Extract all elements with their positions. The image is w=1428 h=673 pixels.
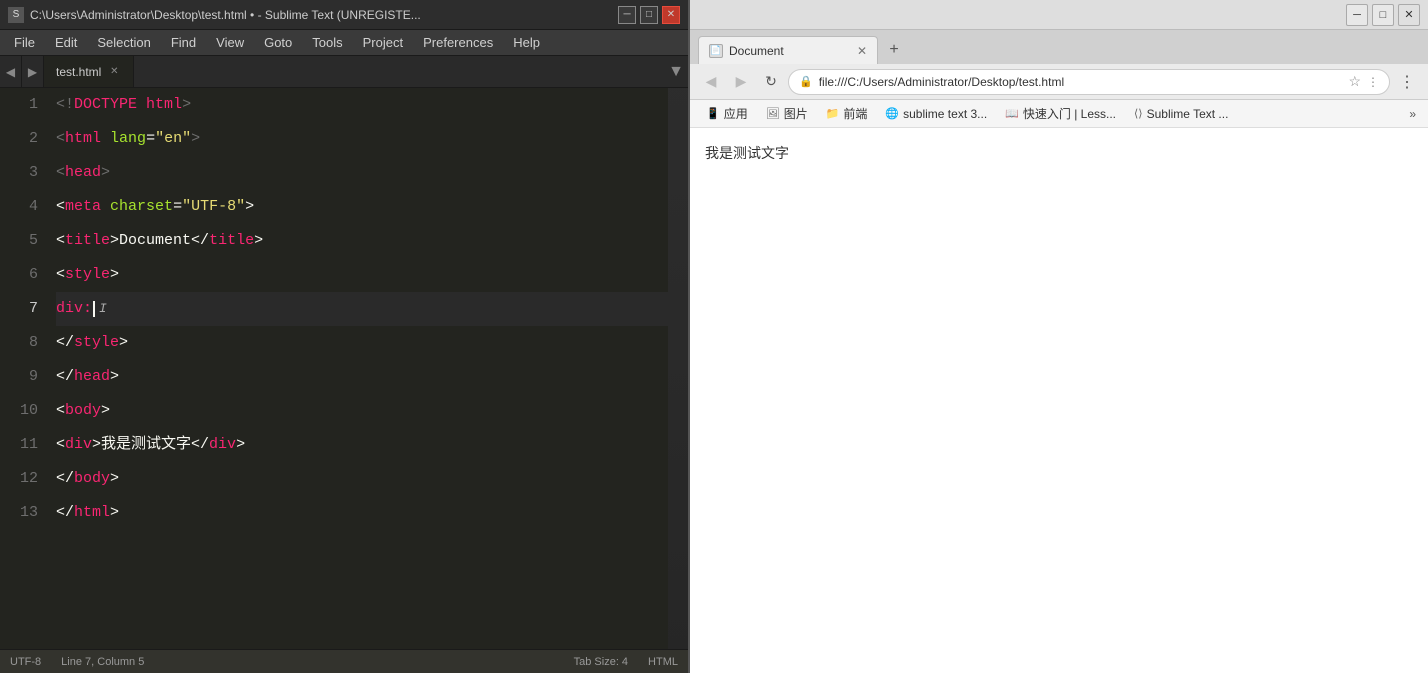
bookmark-star-icon[interactable]: ☆ bbox=[1348, 73, 1361, 90]
forward-button[interactable]: ▶ bbox=[728, 69, 754, 95]
status-tab-size: Tab Size: 4 bbox=[574, 656, 628, 668]
browser-tab-close-button[interactable]: ✕ bbox=[857, 44, 867, 58]
code-line-13: </html> bbox=[56, 496, 668, 530]
bookmark-sublime-label: sublime text 3... bbox=[903, 107, 987, 121]
url-action-icon[interactable]: ⋮ bbox=[1367, 75, 1379, 89]
browser-close-button[interactable]: ✕ bbox=[1398, 4, 1420, 26]
code-icon: ⟨⟩ bbox=[1134, 107, 1143, 120]
page-text: 我是测试文字 bbox=[705, 143, 1413, 163]
tab-test-html[interactable]: test.html ✕ bbox=[44, 56, 134, 87]
window-controls: ─ □ ✕ bbox=[618, 6, 680, 24]
browser-content: 我是测试文字 bbox=[690, 128, 1428, 673]
images-icon: 🖼 bbox=[766, 107, 780, 120]
status-syntax: HTML bbox=[648, 656, 678, 668]
menu-file[interactable]: File bbox=[6, 33, 43, 52]
tab-close-button[interactable]: ✕ bbox=[107, 65, 121, 79]
browser-title-bar: ─ □ ✕ bbox=[690, 0, 1428, 30]
bookmark-sublimetext-label: Sublime Text ... bbox=[1147, 107, 1229, 121]
menu-bar: File Edit Selection Find View Goto Tools… bbox=[0, 30, 688, 56]
bookmark-apps-label: 应用 bbox=[724, 105, 748, 122]
minimap[interactable] bbox=[668, 88, 688, 649]
status-position: Line 7, Column 5 bbox=[61, 656, 144, 668]
code-line-6: <style> bbox=[56, 258, 668, 292]
browser-new-tab-button[interactable]: + bbox=[880, 36, 908, 64]
refresh-button[interactable]: ↻ bbox=[758, 69, 784, 95]
bookmark-less-label: 快速入门 | Less... bbox=[1023, 105, 1116, 122]
bookmarks-more-button[interactable]: » bbox=[1405, 105, 1420, 123]
browser-tab-document[interactable]: 📄 Document ✕ bbox=[698, 36, 878, 64]
code-line-2: <html lang="en"> bbox=[56, 122, 668, 156]
bookmark-apps[interactable]: 📱 应用 bbox=[698, 103, 756, 124]
sublime-text-editor: S C:\Users\Administrator\Desktop\test.ht… bbox=[0, 0, 690, 673]
menu-find[interactable]: Find bbox=[163, 33, 204, 52]
url-bar[interactable]: 🔒 file:///C:/Users/Administrator/Desktop… bbox=[788, 69, 1390, 95]
apps-icon: 📱 bbox=[706, 107, 720, 120]
code-line-5: <title>Document</title> bbox=[56, 224, 668, 258]
tab-list-dropdown[interactable]: ▼ bbox=[664, 56, 688, 87]
bookmark-less[interactable]: 📖 快速入门 | Less... bbox=[997, 103, 1124, 124]
line-numbers: 1 2 3 4 5 6 7 8 9 10 11 12 13 bbox=[0, 88, 48, 649]
code-line-10: <body> bbox=[56, 394, 668, 428]
folder-icon: 📁 bbox=[826, 107, 840, 120]
bookmark-frontend[interactable]: 📁 前端 bbox=[818, 103, 876, 124]
url-text: file:///C:/Users/Administrator/Desktop/t… bbox=[819, 75, 1343, 89]
code-line-8: </style> bbox=[56, 326, 668, 360]
menu-project[interactable]: Project bbox=[355, 33, 411, 52]
bookmark-images-label: 图片 bbox=[784, 105, 808, 122]
status-bar: UTF-8 Line 7, Column 5 Tab Size: 4 HTML bbox=[0, 649, 688, 673]
tab-prev-button[interactable]: ◀ bbox=[0, 56, 22, 87]
minimize-button[interactable]: ─ bbox=[618, 6, 636, 24]
menu-selection[interactable]: Selection bbox=[89, 33, 158, 52]
menu-goto[interactable]: Goto bbox=[256, 33, 300, 52]
menu-view[interactable]: View bbox=[208, 33, 252, 52]
window-title: C:\Users\Administrator\Desktop\test.html… bbox=[30, 8, 421, 22]
code-line-11: <div>我是测试文字</div> bbox=[56, 428, 668, 462]
code-line-3: <head> bbox=[56, 156, 668, 190]
browser-tab-bar: 📄 Document ✕ + bbox=[690, 30, 1428, 64]
title-bar: S C:\Users\Administrator\Desktop\test.ht… bbox=[0, 0, 688, 30]
code-content[interactable]: <!DOCTYPE html> <html lang="en"> <head> … bbox=[48, 88, 668, 649]
code-line-12: </body> bbox=[56, 462, 668, 496]
app-icon: S bbox=[8, 7, 24, 23]
browser-tab-label: Document bbox=[729, 44, 784, 58]
code-line-4: <meta charset="UTF-8"> bbox=[56, 190, 668, 224]
code-editor-area[interactable]: 1 2 3 4 5 6 7 8 9 10 11 12 13 <!DOCTYPE … bbox=[0, 88, 688, 649]
maximize-button[interactable]: □ bbox=[640, 6, 658, 24]
status-encoding: UTF-8 bbox=[10, 656, 41, 668]
browser-panel: ─ □ ✕ 📄 Document ✕ + ◀ ▶ ↻ 🔒 file:///C:/… bbox=[690, 0, 1428, 673]
browser-tab-favicon: 📄 bbox=[709, 44, 723, 58]
tab-bar: ◀ ▶ test.html ✕ ▼ bbox=[0, 56, 688, 88]
bookmark-sublimetext[interactable]: ⟨⟩ Sublime Text ... bbox=[1126, 105, 1236, 123]
code-line-7: div:I bbox=[56, 292, 668, 326]
less-icon: 📖 bbox=[1005, 107, 1019, 120]
browser-minimize-button[interactable]: ─ bbox=[1346, 4, 1368, 26]
menu-tools[interactable]: Tools bbox=[304, 33, 350, 52]
bookmark-frontend-label: 前端 bbox=[843, 105, 867, 122]
sublime-favicon-icon: 🌐 bbox=[885, 107, 899, 120]
menu-preferences[interactable]: Preferences bbox=[415, 33, 501, 52]
browser-maximize-button[interactable]: □ bbox=[1372, 4, 1394, 26]
menu-help[interactable]: Help bbox=[505, 33, 548, 52]
browser-toolbar: ◀ ▶ ↻ 🔒 file:///C:/Users/Administrator/D… bbox=[690, 64, 1428, 100]
tab-label: test.html bbox=[56, 65, 101, 79]
browser-settings-icon[interactable]: ⋮ bbox=[1394, 69, 1420, 95]
bookmark-images[interactable]: 🖼 图片 bbox=[758, 103, 816, 124]
url-lock-icon: 🔒 bbox=[799, 75, 813, 88]
close-button[interactable]: ✕ bbox=[662, 6, 680, 24]
tab-next-button[interactable]: ▶ bbox=[22, 56, 44, 87]
code-line-9: </head> bbox=[56, 360, 668, 394]
bookmark-sublime[interactable]: 🌐 sublime text 3... bbox=[877, 105, 995, 123]
bookmarks-bar: 📱 应用 🖼 图片 📁 前端 🌐 sublime text 3... 📖 快速入… bbox=[690, 100, 1428, 128]
code-line-1: <!DOCTYPE html> bbox=[56, 88, 668, 122]
menu-edit[interactable]: Edit bbox=[47, 33, 85, 52]
back-button[interactable]: ◀ bbox=[698, 69, 724, 95]
